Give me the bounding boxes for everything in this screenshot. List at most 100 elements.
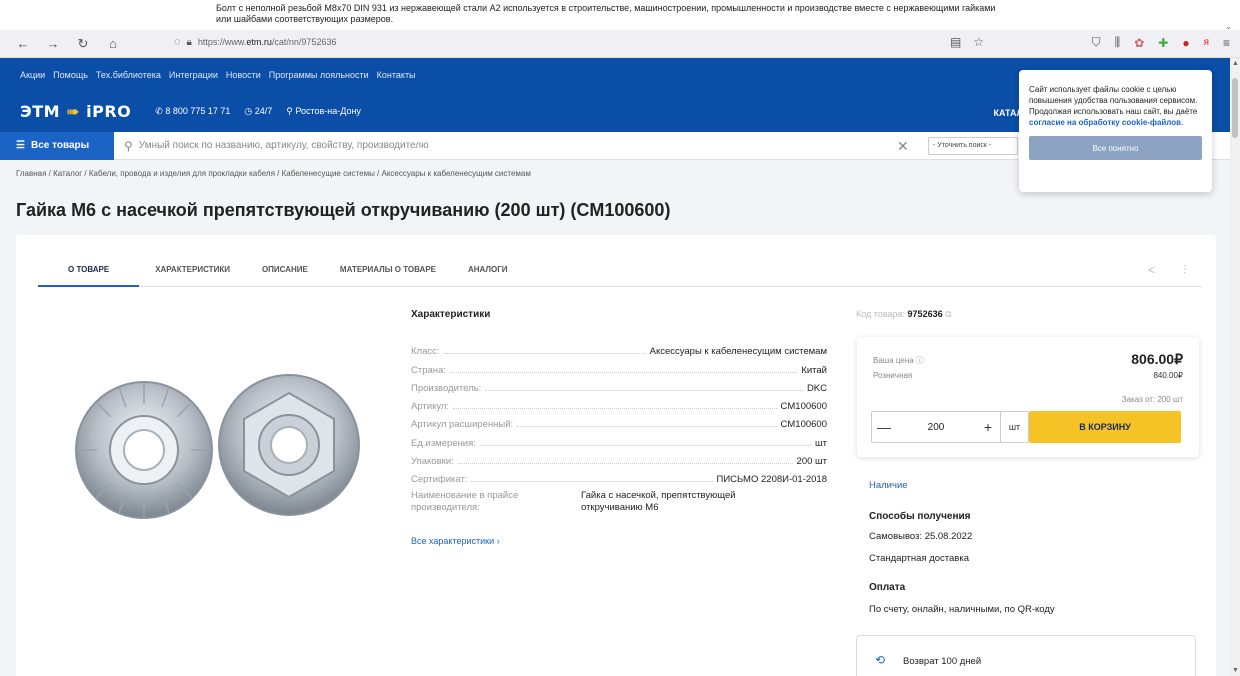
url-path: /cat/nn/9752636 xyxy=(271,37,337,47)
unit-label: шт xyxy=(1000,412,1028,442)
return-policy: ⟲ Возврат 100 дней xyxy=(856,635,1196,676)
pocket-icon[interactable]: ⛉ xyxy=(1092,35,1101,50)
tooltip-line1: Болт с неполной резьбой М8х70 DIN 931 из… xyxy=(216,3,996,13)
spec-row: Производитель: DKC xyxy=(411,382,827,394)
url-domain: etm.ru xyxy=(246,37,272,47)
page-title: Гайка М6 с насечкой препятствующей откру… xyxy=(16,200,671,220)
tab-materials[interactable]: МАТЕРИАЛЫ О ТОВАРЕ xyxy=(324,265,452,287)
forward-icon[interactable]: → xyxy=(46,36,60,51)
search-input[interactable] xyxy=(138,140,879,151)
url-prefix: https://www. xyxy=(197,37,247,47)
delivery-title: Способы получения xyxy=(869,511,971,522)
all-goods-label: Все товары xyxy=(30,140,90,151)
delivery-text: Стандартная доставка xyxy=(869,553,970,564)
search-icon: ⚲ xyxy=(124,138,133,153)
spec-row: Упаковки: 200 шт xyxy=(411,456,827,468)
specs-panel: Характеристики Класс: Аксессуары к кабеле… xyxy=(411,309,827,546)
add-to-cart-button[interactable]: В КОРЗИНУ xyxy=(1029,411,1181,443)
nut-flange-icon xyxy=(75,381,213,519)
product-code: Код товара: 9752636 ⧉ xyxy=(856,309,952,319)
scrollbar[interactable]: ▲ ▼ xyxy=(1230,58,1240,676)
product-card: О ТОВАРЕ ХАРАКТЕРИСТИКИ ОПИСАНИЕ МАТЕРИА… xyxy=(16,235,1216,676)
payment-title: Оплата xyxy=(869,582,906,593)
retail-value: 840.00₽ xyxy=(1153,371,1183,380)
phone-link[interactable]: ✆ 8 800 775 17 71 xyxy=(155,106,230,117)
extension-icon[interactable]: ✚ xyxy=(1158,36,1168,50)
tooltip: Болт с неполной резьбой М8х70 DIN 931 из… xyxy=(216,0,1056,30)
top-link[interactable]: Новости xyxy=(226,70,261,80)
top-link[interactable]: Интеграции xyxy=(169,70,218,80)
price-value: 806.00₽ xyxy=(1131,351,1183,367)
yandex-icon[interactable]: я xyxy=(1204,37,1209,48)
minus-icon[interactable]: — xyxy=(872,419,896,435)
spec-row: Класс: Аксессуары к кабеленесущим система… xyxy=(411,346,827,358)
extension-icon[interactable]: ✿ xyxy=(1134,36,1144,50)
retail-label: Розничная xyxy=(873,371,913,380)
shield-icon[interactable]: ◌ xyxy=(174,36,181,48)
cookie-text: Сайт использует файлы cookie с целью пов… xyxy=(1029,85,1198,127)
cookie-consent-link[interactable]: согласие на обработку cookie-файлов xyxy=(1029,118,1181,127)
breadcrumb[interactable]: Главная / Каталог / Кабели, провода и из… xyxy=(16,169,531,178)
spec-row: Сертификат: ПИСЬМО 2208И-01-2018 xyxy=(411,474,827,486)
tab-analogs[interactable]: АНАЛОГИ xyxy=(452,265,524,287)
scroll-up-icon[interactable]: ▲ xyxy=(1232,60,1239,67)
top-links: Акции Помощь Тех.библиотека Интеграции Н… xyxy=(20,70,416,80)
page-body: Главная / Каталог / Кабели, провода и из… xyxy=(0,160,1230,676)
tab-characteristics[interactable]: ХАРАКТЕРИСТИКИ xyxy=(139,265,246,287)
extension-icon[interactable]: ● xyxy=(1182,36,1189,50)
return-text: Возврат 100 дней xyxy=(903,656,982,667)
product-image[interactable] xyxy=(64,345,364,555)
tooltip-line2: или шайбами соответствующих размеров. xyxy=(216,14,394,24)
tab-description[interactable]: ОПИСАНИЕ xyxy=(246,265,324,287)
home-icon[interactable]: ⌂ xyxy=(106,36,120,51)
top-link[interactable]: Тех.библиотека xyxy=(96,70,161,80)
cookie-popup: Сайт использует файлы cookie с целью пов… xyxy=(1019,70,1212,192)
quantity-stepper[interactable]: — 200 + шт xyxy=(871,411,1029,443)
specs-heading: Характеристики xyxy=(411,309,491,320)
info-icon: ⓘ xyxy=(915,356,924,365)
compare-icon[interactable]: ⫶ xyxy=(1183,263,1186,278)
back-icon[interactable]: ← xyxy=(16,36,30,51)
close-icon[interactable]: ✕ xyxy=(897,138,909,155)
hamburger-icon: ☰ xyxy=(16,140,25,151)
payment-text: По счету, онлайн, наличными, по QR-коду xyxy=(869,604,1055,615)
return-icon: ⟲ xyxy=(875,653,886,667)
price-label: Ваша цена ⓘ xyxy=(873,356,924,365)
menu-icon[interactable]: ≡ xyxy=(1223,36,1230,50)
share-icon[interactable]: < xyxy=(1148,263,1155,278)
spec-row: Артикул расширенный: CM100600 xyxy=(411,419,827,431)
copy-icon[interactable]: ⧉ xyxy=(945,309,951,319)
spec-row: Артикул: CM100600 xyxy=(411,401,827,413)
min-order: Заказ от: 200 шт xyxy=(1121,395,1183,404)
refine-search-select[interactable]: - Уточнить поиск - xyxy=(928,137,1018,155)
plus-icon[interactable]: + xyxy=(976,419,1000,435)
nut-hex-icon xyxy=(218,374,360,516)
browser-toolbar: ← → ↻ ⌂ ◌ 🔒︎ https://www. etm.ru/cat/nn/9… xyxy=(0,30,1240,58)
tab-about[interactable]: О ТОВАРЕ xyxy=(38,265,140,287)
availability-link[interactable]: Наличие xyxy=(869,480,908,491)
all-goods-button[interactable]: ☰ Все товары xyxy=(0,131,114,160)
library-icon[interactable]: ⫼ xyxy=(1115,35,1121,50)
reader-view-icon[interactable]: ▤ xyxy=(950,35,961,49)
logo[interactable]: ЭТМ ➠ iPRO xyxy=(20,102,131,121)
top-link[interactable]: Программы лояльности xyxy=(269,70,369,80)
top-link[interactable]: Помощь xyxy=(53,70,88,80)
all-specs-link[interactable]: Все характеристики › xyxy=(411,536,827,546)
pickup-text: Самовывоз: 25.08.2022 xyxy=(869,531,973,542)
reload-icon[interactable]: ↻ xyxy=(76,36,90,52)
tabs: О ТОВАРЕ ХАРАКТЕРИСТИКИ ОПИСАНИЕ МАТЕРИА… xyxy=(38,265,1202,287)
address-bar[interactable]: ◌ 🔒︎ https://www. etm.ru/cat/nn/9752636 xyxy=(174,36,336,48)
scroll-down-icon[interactable]: ▼ xyxy=(1232,667,1239,674)
quantity-value[interactable]: 200 xyxy=(896,422,976,433)
lock-icon[interactable]: 🔒︎ xyxy=(187,37,192,48)
top-link[interactable]: Контакты xyxy=(377,70,416,80)
hours-link[interactable]: ◷ 24/7 xyxy=(244,106,272,117)
bookmark-star-icon[interactable]: ☆ xyxy=(973,35,984,49)
spec-row: Страна: Китай xyxy=(411,364,827,376)
spec-row: Ед.измерения: шт xyxy=(411,437,827,449)
top-link[interactable]: Акции xyxy=(20,70,45,80)
city-selector[interactable]: ⚲ Ростов-на-Дону xyxy=(286,106,361,117)
spec-row: Наименование в прайсе производителя: Гайк… xyxy=(411,490,736,514)
accept-cookie-button[interactable]: Все понятно xyxy=(1029,136,1202,160)
scrollbar-thumb[interactable] xyxy=(1232,78,1238,138)
